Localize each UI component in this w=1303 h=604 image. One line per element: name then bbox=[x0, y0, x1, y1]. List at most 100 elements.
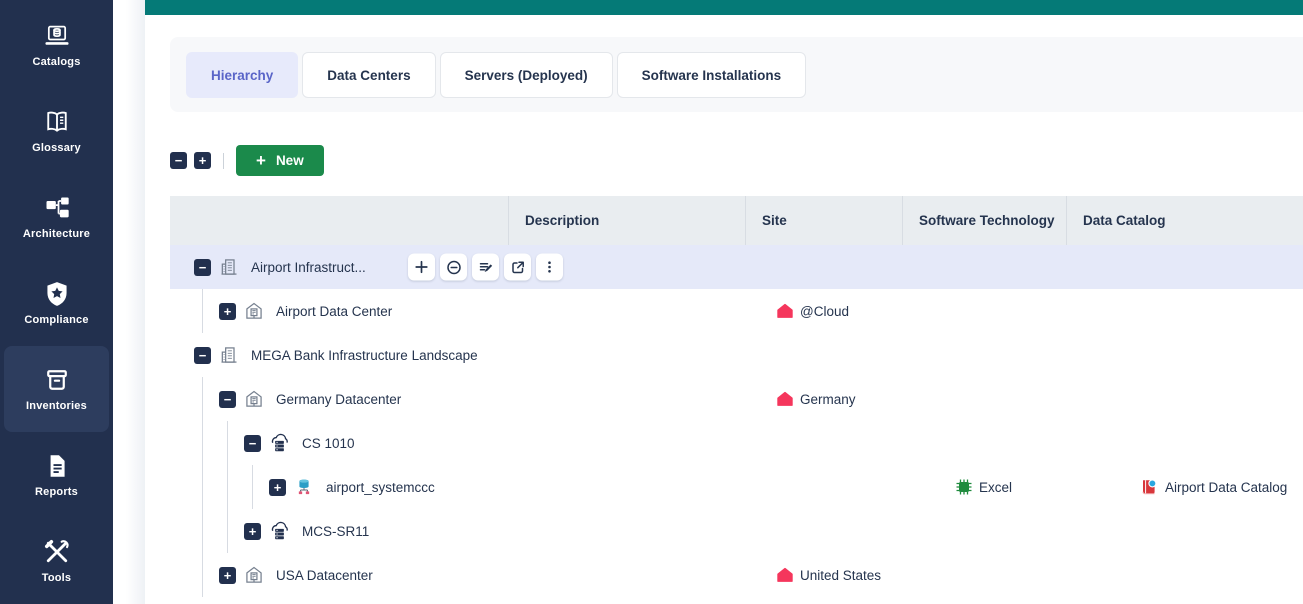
sidebar-item-tools[interactable]: Tools bbox=[4, 518, 109, 604]
site-cell bbox=[745, 465, 902, 509]
data-catalog-cell bbox=[1066, 245, 1303, 289]
sidebar-item-glossary[interactable]: Glossary bbox=[4, 88, 109, 174]
tab-servers-deployed[interactable]: Servers (Deployed) bbox=[440, 52, 613, 98]
sidebar-item-inventories[interactable]: Inventories bbox=[4, 346, 109, 432]
table-row[interactable]: − Germany Datacenter Germany bbox=[170, 377, 1303, 421]
collapse-all-button[interactable]: − bbox=[170, 152, 187, 169]
tree-guide bbox=[202, 465, 203, 509]
column-header-data-catalog: Data Catalog bbox=[1066, 196, 1303, 245]
table-row[interactable]: + MCS-SR11 bbox=[170, 509, 1303, 553]
architecture-icon bbox=[43, 194, 71, 222]
collapse-node-button[interactable]: − bbox=[244, 435, 261, 452]
edit-button[interactable] bbox=[472, 254, 499, 281]
sidebar: Catalogs Glossary Architecture bbox=[0, 0, 113, 604]
description-cell bbox=[508, 509, 745, 553]
node-label: airport_systemccc bbox=[326, 480, 435, 495]
site-cell bbox=[745, 333, 902, 377]
software-technology-cell-label: Excel bbox=[979, 480, 1012, 495]
new-button[interactable]: + New bbox=[236, 145, 324, 176]
collapse-node-button[interactable]: − bbox=[219, 391, 236, 408]
sidebar-item-reports[interactable]: Reports bbox=[4, 432, 109, 518]
tree-guide bbox=[227, 509, 228, 553]
remove-button[interactable] bbox=[440, 254, 467, 281]
tree-guide bbox=[202, 509, 203, 553]
table-body: − Airport Infrastruct... + Airport Data … bbox=[170, 245, 1303, 597]
organization-icon bbox=[219, 345, 239, 365]
description-cell bbox=[508, 465, 745, 509]
node-label: MEGA Bank Infrastructure Landscape bbox=[251, 348, 478, 363]
table-row[interactable]: + USA Datacenter United States bbox=[170, 553, 1303, 597]
site-cell: @Cloud bbox=[745, 289, 902, 333]
data-catalog-cell bbox=[1066, 289, 1303, 333]
sidebar-item-compliance[interactable]: Compliance bbox=[4, 260, 109, 346]
tab-software-installations[interactable]: Software Installations bbox=[617, 52, 807, 98]
expand-node-button[interactable]: + bbox=[219, 303, 236, 320]
catalogs-icon bbox=[43, 22, 71, 50]
expand-node-button[interactable]: + bbox=[269, 479, 286, 496]
description-cell bbox=[508, 289, 745, 333]
datacenter-icon bbox=[244, 565, 264, 585]
sidebar-item-label: Compliance bbox=[24, 314, 88, 326]
sidebar-item-label: Inventories bbox=[26, 400, 87, 412]
description-cell bbox=[508, 333, 745, 377]
tree-cell: − CS 1010 bbox=[170, 421, 508, 465]
add-child-button[interactable] bbox=[408, 254, 435, 281]
site-icon bbox=[777, 567, 793, 583]
column-header-name bbox=[170, 196, 508, 245]
software-technology-cell bbox=[902, 377, 1066, 421]
sidebar-item-catalogs[interactable]: Catalogs bbox=[4, 2, 109, 88]
description-cell bbox=[508, 245, 745, 289]
datacenter-icon bbox=[244, 389, 264, 409]
datacenter-icon bbox=[244, 301, 264, 321]
description-cell bbox=[508, 377, 745, 421]
compliance-icon bbox=[43, 280, 71, 308]
data-catalog-cell bbox=[1066, 333, 1303, 377]
data-catalog-cell bbox=[1066, 377, 1303, 421]
expand-node-button[interactable]: + bbox=[219, 567, 236, 584]
tree-guide bbox=[227, 421, 228, 465]
technology-icon bbox=[956, 479, 972, 495]
site-icon bbox=[777, 303, 793, 319]
data-catalog-cell bbox=[1066, 553, 1303, 597]
tab-hierarchy[interactable]: Hierarchy bbox=[186, 52, 298, 98]
inventory-table: Description Site Software Technology Dat… bbox=[170, 196, 1303, 597]
data-catalog-cell bbox=[1066, 421, 1303, 465]
expand-all-button[interactable]: + bbox=[194, 152, 211, 169]
sidebar-item-architecture[interactable]: Architecture bbox=[4, 174, 109, 260]
software-technology-cell bbox=[902, 333, 1066, 377]
collapse-node-button[interactable]: − bbox=[194, 347, 211, 364]
reports-icon bbox=[43, 452, 71, 480]
tree-cell: + airport_systemccc bbox=[170, 465, 508, 509]
software-technology-cell bbox=[902, 509, 1066, 553]
site-cell bbox=[745, 421, 902, 465]
site-cell bbox=[745, 245, 902, 289]
toolbar-divider bbox=[223, 153, 224, 169]
tab-bar: Hierarchy Data Centers Servers (Deployed… bbox=[170, 37, 1303, 112]
plus-icon bbox=[414, 260, 429, 275]
sidebar-item-label: Catalogs bbox=[32, 56, 80, 68]
description-cell bbox=[508, 421, 745, 465]
table-row[interactable]: + airport_systemccc Excel Airport Data C… bbox=[170, 465, 1303, 509]
top-accent-bar bbox=[145, 0, 1303, 15]
tree-cell: − MEGA Bank Infrastructure Landscape bbox=[170, 333, 508, 377]
site-cell bbox=[745, 509, 902, 553]
deployed-server-icon bbox=[269, 433, 290, 454]
table-header: Description Site Software Technology Dat… bbox=[170, 196, 1303, 245]
description-cell bbox=[508, 553, 745, 597]
tree-cell: + USA Datacenter bbox=[170, 553, 508, 597]
collapse-node-button[interactable]: − bbox=[194, 259, 211, 276]
glossary-icon bbox=[43, 108, 71, 136]
tree-guide bbox=[252, 465, 253, 509]
site-cell-label: Germany bbox=[800, 392, 856, 407]
column-header-description: Description bbox=[508, 196, 745, 245]
table-row[interactable]: − MEGA Bank Infrastructure Landscape bbox=[170, 333, 1303, 377]
software-technology-cell bbox=[902, 289, 1066, 333]
tree-guide bbox=[202, 377, 203, 421]
table-row[interactable]: + Airport Data Center @Cloud bbox=[170, 289, 1303, 333]
expand-node-button[interactable]: + bbox=[244, 523, 261, 540]
node-label: Airport Data Center bbox=[276, 304, 392, 319]
table-row[interactable]: − CS 1010 bbox=[170, 421, 1303, 465]
table-row[interactable]: − Airport Infrastruct... bbox=[170, 245, 1303, 289]
tab-data-centers[interactable]: Data Centers bbox=[302, 52, 435, 98]
tree-guide bbox=[202, 289, 203, 333]
